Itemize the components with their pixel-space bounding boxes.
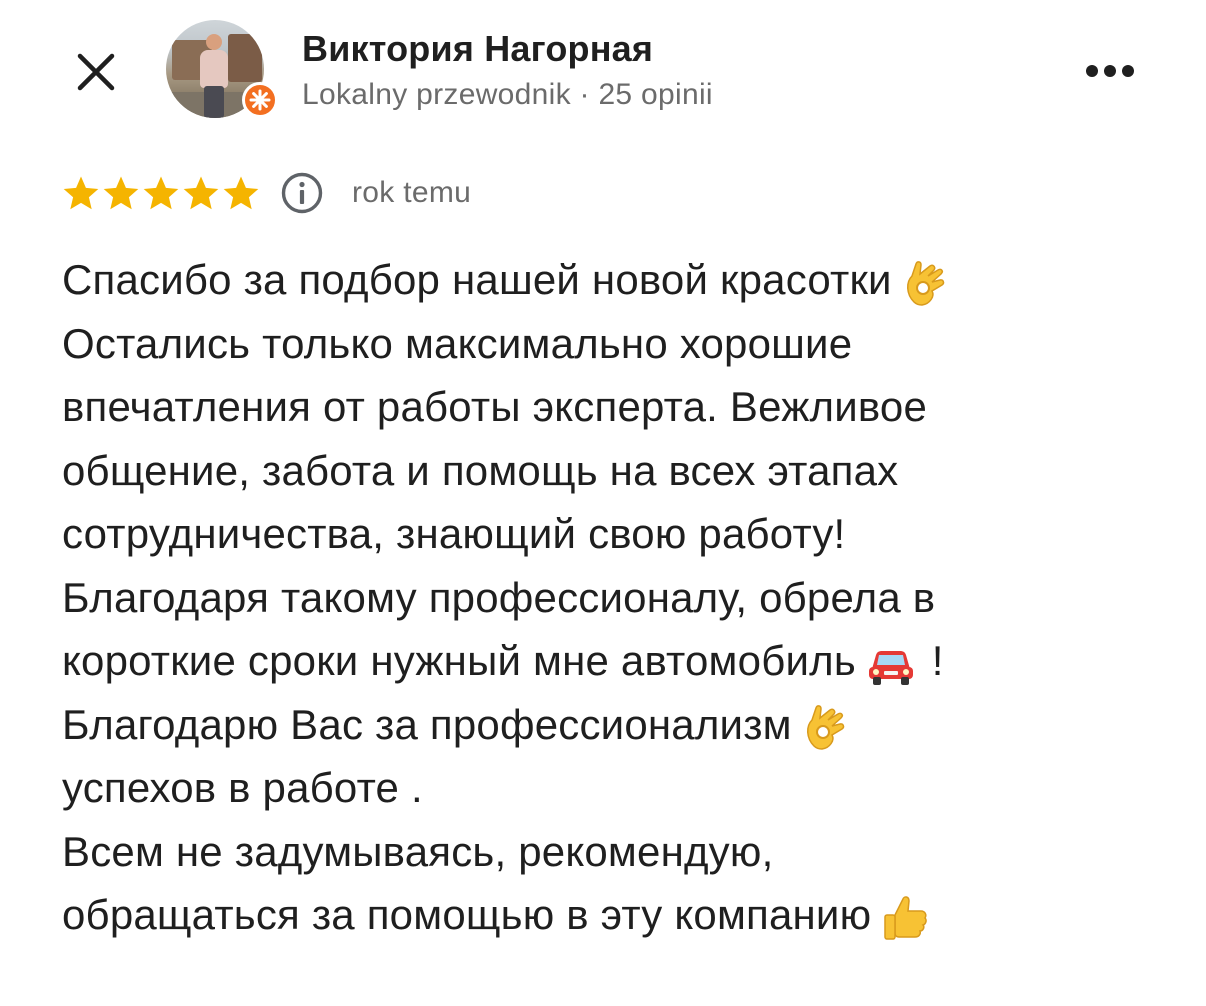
review-line: сотрудничества, знающий свою работу! [62, 502, 1182, 566]
review-line: успехов в работе . [62, 756, 1182, 820]
review-line: Благодарю Вас за профессионализм [62, 693, 1182, 757]
thumbs-up-emoji [884, 896, 928, 940]
review-line-text: успехов в работе . [62, 764, 423, 811]
close-icon [77, 53, 115, 91]
more-horizontal-icon [1086, 65, 1134, 77]
ok-hand-emoji [906, 261, 944, 306]
review-line: Всем не задумываясь, рекомендую, [62, 820, 1182, 884]
reviewer-avatar[interactable] [166, 20, 278, 120]
review-line: Благодаря такому профессионалу, обрела в [62, 566, 1182, 630]
review-line-text: Благодаря такому профессионалу, обрела в [62, 573, 936, 621]
local-guide-star-icon [242, 82, 278, 118]
star-icon [103, 176, 139, 210]
reviewer-name[interactable]: Виктория Нагорная [302, 28, 653, 70]
review-line: обращаться за помощью в эту компанию [62, 883, 1182, 947]
review-line-text: впечатления от работы эксперта. Вежливое [62, 383, 928, 430]
ok-hand-emoji [806, 705, 844, 751]
star-rating [62, 174, 260, 212]
review-line-text: Всем не задумываясь, рекомендую, [62, 827, 774, 875]
review-line-text: короткие сроки нужный мне автомобиль [62, 637, 856, 684]
review-line-text: Остались только максимально хорошие [62, 319, 853, 367]
review-line: впечатления от работы эксперта. Вежливое [62, 375, 1182, 439]
review-line: общение, забота и помощь на всех этапах [62, 439, 1182, 503]
review-line: Остались только максимально хорошие [62, 312, 1182, 376]
review-line-text: общение, забота и помощь на всех этапах [62, 446, 899, 494]
review-line-suffix: ! [919, 637, 944, 684]
review-line-text: Благодарю Вас за профессионализм [62, 700, 792, 748]
star-icon [143, 176, 179, 210]
star-icon [223, 176, 259, 210]
review-line-text: обращаться за помощью в эту компанию [62, 891, 872, 938]
rating-row: rok temu [62, 168, 471, 218]
reviewer-meta: Lokalny przewodnik · 25 opinii [302, 78, 713, 111]
review-line-text: Спасибо за подбор нашей новой красотки [62, 256, 892, 303]
review-text: Спасибо за подбор нашей новой красотки Ос… [62, 248, 1182, 947]
star-icon [63, 176, 99, 210]
info-icon[interactable] [280, 171, 324, 215]
close-button[interactable] [70, 46, 122, 98]
review-time: rok temu [352, 176, 472, 209]
review-detail-page: Виктория Нагорная Lokalny przewodnik · 2… [0, 0, 1206, 1006]
star-icon [183, 176, 219, 210]
review-line-text: сотрудничества, знающий свою работу! [62, 510, 846, 557]
red-car-emoji [868, 650, 913, 685]
review-line: Спасибо за подбор нашей новой красотки [62, 248, 1182, 312]
review-line: короткие сроки нужный мне автомобиль ! [62, 629, 1182, 693]
more-options-button[interactable] [1080, 56, 1140, 86]
